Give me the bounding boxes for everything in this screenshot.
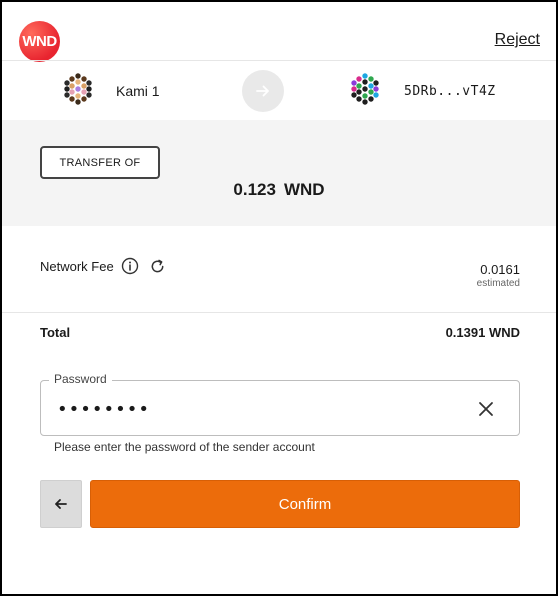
total-value: 0.1391 WND [445, 325, 520, 340]
wnd-logo: WND [19, 21, 60, 62]
divider [2, 312, 556, 313]
network-fee-note: estimated [476, 278, 520, 289]
password-input[interactable] [57, 398, 457, 420]
header: WND Reject [2, 2, 556, 62]
password-help-text: Please enter the password of the sender … [54, 440, 315, 454]
transfer-amount: 0.123 WND [2, 180, 556, 200]
back-button[interactable] [40, 480, 82, 528]
to-identicon [349, 73, 381, 105]
to-address: 5DRb...vT4Z [404, 84, 496, 99]
network-fee-label: Network Fee [40, 259, 114, 274]
password-legend: Password [49, 372, 112, 386]
from-identicon [62, 73, 94, 105]
info-icon[interactable] [121, 257, 139, 275]
amount-value: 0.123 [233, 180, 276, 199]
extension-popup: WND Reject Kami 1 5DRb...vT4Z TRANSFER O… [0, 0, 558, 596]
refresh-icon[interactable] [149, 258, 166, 275]
password-field: Password [40, 372, 520, 436]
from-account-name: Kami 1 [116, 83, 160, 99]
reject-link[interactable]: Reject [495, 31, 540, 49]
transfer-badge: TRANSFER OF [40, 146, 160, 179]
arrow-right-icon [242, 70, 284, 112]
amount-unit: WND [283, 180, 325, 199]
transfer-panel: TRANSFER OF 0.123 WND [2, 120, 556, 226]
account-row: Kami 1 5DRb...vT4Z [2, 62, 556, 120]
arrow-left-icon [55, 499, 67, 509]
close-icon[interactable] [477, 400, 495, 418]
total-label: Total [40, 325, 71, 340]
network-fee-row: Network Fee 0.0161 estimated [2, 227, 556, 311]
divider [2, 60, 556, 61]
confirm-button[interactable]: Confirm [90, 480, 520, 528]
network-fee-value: 0.0161 [480, 262, 520, 277]
